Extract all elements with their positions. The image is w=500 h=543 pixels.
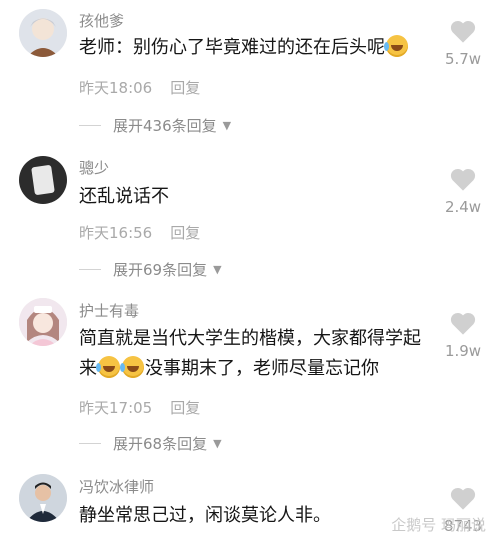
comment-text: 静坐常思己过，闲谈莫论人非。 <box>79 501 434 531</box>
divider <box>79 443 101 444</box>
comment-text-part: 老师：别伤心了毕竟难过的还在后头呢 <box>79 37 385 58</box>
divider <box>79 269 101 270</box>
commenter-name[interactable]: 冯饮冰律师 <box>79 476 154 497</box>
laughing-crying-emoji-icon <box>384 35 408 57</box>
laughing-crying-emoji-icon <box>120 356 144 378</box>
comment-meta: 昨天18:06 回复 <box>79 77 200 98</box>
chevron-down-icon: ▼ <box>213 437 222 450</box>
reply-button[interactable]: 回复 <box>170 79 200 97</box>
avatar[interactable] <box>19 474 67 522</box>
chevron-down-icon: ▼ <box>213 263 222 276</box>
like-count: 1.9w <box>444 342 482 360</box>
heart-icon <box>450 20 476 43</box>
timestamp: 昨天17:05 <box>79 399 153 417</box>
comment-text-part: 静坐常思己过，闲谈莫论人非。 <box>79 505 331 526</box>
expand-replies-button[interactable]: 展开68条回复 ▼ <box>79 433 222 454</box>
comment-text: 老师：别伤心了毕竟难过的还在后头呢 <box>79 33 434 63</box>
commenter-name[interactable]: 骢少 <box>79 157 109 178</box>
expand-replies-label: 展开69条回复 <box>113 261 208 279</box>
comment-text: 简直就是当代大学生的楷模，大家都得学起来 没事期末了，老师尽量忘记你 <box>79 324 434 384</box>
timestamp: 昨天16:56 <box>79 224 153 242</box>
like-button[interactable]: 5.7w <box>440 18 486 68</box>
comment-meta: 昨天17:05 回复 <box>79 397 200 418</box>
watermark: 企鹅号 玛丽说 <box>391 516 486 534</box>
like-count: 5.7w <box>444 50 482 68</box>
like-button[interactable]: 2.4w <box>440 166 486 216</box>
divider <box>79 125 101 126</box>
like-button[interactable]: 1.9w <box>440 310 486 360</box>
expand-replies-button[interactable]: 展开436条回复 ▼ <box>79 115 231 136</box>
reply-button[interactable]: 回复 <box>170 224 200 242</box>
expand-replies-label: 展开436条回复 <box>113 117 217 135</box>
heart-icon <box>450 168 476 191</box>
avatar[interactable] <box>19 156 67 204</box>
comment-meta: 昨天16:56 回复 <box>79 222 200 243</box>
expand-replies-label: 展开68条回复 <box>113 435 208 453</box>
expand-replies-button[interactable]: 展开69条回复 ▼ <box>79 259 222 280</box>
reply-button[interactable]: 回复 <box>170 399 200 417</box>
chevron-down-icon: ▼ <box>222 119 232 132</box>
laughing-crying-emoji-icon <box>96 356 120 378</box>
avatar[interactable] <box>19 298 67 346</box>
timestamp: 昨天18:06 <box>79 79 153 97</box>
avatar[interactable] <box>19 9 67 57</box>
heart-icon <box>450 312 476 335</box>
comment-text: 还乱说话不 <box>79 182 434 212</box>
like-count: 2.4w <box>444 198 482 216</box>
commenter-name[interactable]: 孩他爹 <box>79 10 124 31</box>
comment-text-part: 没事期末了，老师尽量忘记你 <box>145 358 379 379</box>
comment-text-part: 还乱说话不 <box>79 186 169 207</box>
commenter-name[interactable]: 护士有毒 <box>79 300 139 321</box>
heart-icon <box>450 487 476 510</box>
